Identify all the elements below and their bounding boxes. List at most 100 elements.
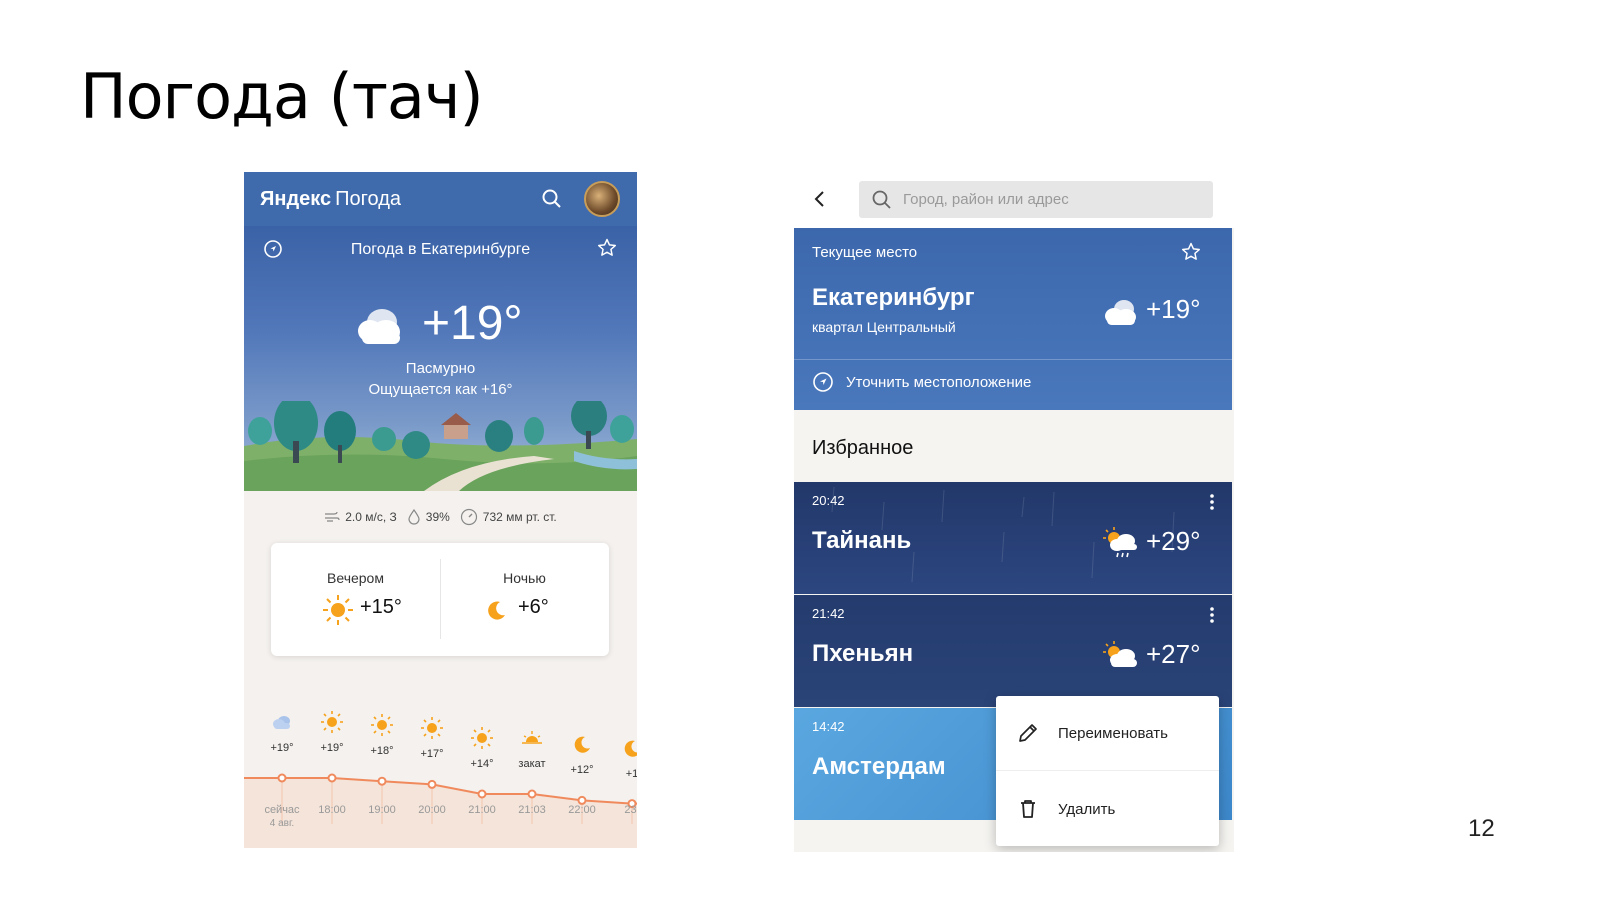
more-icon[interactable]: [1206, 605, 1218, 625]
local-time: 20:42: [812, 493, 845, 508]
pressure-metric: 732 мм рт. ст.: [460, 508, 557, 526]
evening-temp: +15°: [360, 596, 402, 618]
hour-temp-label: +17°: [420, 748, 444, 761]
sun-icon: [323, 595, 353, 625]
current-temperature: +19°: [422, 297, 523, 350]
temperature-point: [477, 789, 487, 799]
rename-label: Переименовать: [1058, 724, 1168, 742]
hour-temp-label: +18°: [370, 745, 394, 758]
refine-location-label: Уточнить местоположение: [846, 373, 1032, 391]
cloud-icon: [358, 309, 400, 344]
location-icon: [813, 372, 833, 392]
weather-screen-main: Яндекс Погода Погода в Екатеринбурге +19…: [244, 172, 637, 848]
menu-divider: [996, 770, 1219, 771]
hour-time-label: 22:00: [568, 804, 596, 816]
temperature-point: [377, 776, 387, 786]
humidity-metric: 39%: [407, 509, 450, 525]
hour-time-label: 20:00: [418, 804, 446, 816]
hour-temp-label: +12°: [570, 764, 594, 777]
logo-product[interactable]: Погода: [335, 188, 401, 211]
humidity-value: 39%: [425, 510, 450, 524]
sunset-icon: [520, 726, 544, 750]
hour-time-label: 18:00: [318, 804, 346, 816]
sun-icon: [320, 710, 344, 734]
trash-icon: [1021, 800, 1035, 818]
favorite-city-card[interactable]: 20:42 Тайнань +29°: [794, 482, 1232, 594]
forecast-card[interactable]: Вечером +15° Ночью +6°: [271, 543, 609, 656]
favorite-city-card[interactable]: 21:42 Пхеньян +27°: [794, 595, 1232, 707]
slide-title: Погода (тач): [80, 60, 484, 133]
landscape-illustration: [244, 401, 637, 491]
hour-time-label: 21:03: [518, 804, 546, 816]
pressure-value: 732 мм рт. ст.: [482, 510, 557, 524]
temperature-point: [527, 789, 537, 799]
favorite-temp: +29°: [1146, 526, 1201, 556]
sun-icon: [370, 713, 394, 737]
favorite-temp: +27°: [1146, 639, 1201, 669]
pressure-icon: [460, 508, 477, 526]
current-temp: +19°: [1146, 294, 1201, 324]
context-menu: Переименовать Удалить: [996, 696, 1219, 846]
hour-time-label: 19:00: [368, 804, 396, 816]
search-icon: [872, 190, 891, 209]
more-icon[interactable]: [1206, 492, 1218, 512]
hour-temp-label: +1: [625, 767, 637, 780]
hour-temp-label: +19°: [270, 742, 294, 754]
favorite-city-name: Амстердам: [812, 753, 946, 780]
logo-brand[interactable]: Яндекс: [260, 188, 331, 211]
pencil-icon: [1019, 724, 1037, 742]
app-header: Яндекс Погода: [244, 172, 637, 226]
drop-icon: [408, 509, 420, 525]
back-arrow-icon[interactable]: [810, 189, 830, 209]
hour-temp-label: закат: [518, 758, 546, 770]
sun-icon: [470, 726, 494, 750]
night-label: Ночью: [503, 570, 546, 586]
current-district: квартал Центральный: [812, 319, 956, 335]
moon-icon: [620, 736, 637, 760]
wind-icon: [325, 511, 340, 522]
weather-hero: Погода в Екатеринбурге +19° Пасмурно Ощу…: [244, 226, 637, 491]
hour-date-label: 4 авг.: [269, 818, 295, 829]
cloud-icon: [270, 710, 294, 734]
delete-menu-item[interactable]: Удалить: [996, 772, 1219, 846]
hour-time-label: 23:: [624, 804, 637, 816]
star-icon[interactable]: [1180, 241, 1202, 263]
moon-icon: [488, 601, 505, 620]
forecast-night: Ночью +6°: [440, 543, 609, 656]
temperature-point: [427, 779, 437, 789]
star-icon[interactable]: [596, 237, 618, 259]
sun-icon: [420, 716, 444, 740]
current-location-label: Текущее место: [812, 244, 918, 261]
divider: [794, 359, 1232, 360]
rain-cloud-sun-icon: [1103, 527, 1137, 558]
favorites-title: Избранное: [812, 437, 914, 459]
hourly-forecast[interactable]: +19° сейчас 4 авг. +19° 18:00 +18° 19:00 +17° 20…: [244, 692, 637, 848]
forecast-evening: Вечером +15°: [271, 543, 440, 656]
temperature-point: [327, 773, 337, 783]
search-icon[interactable]: [540, 187, 564, 211]
local-time: 21:42: [812, 606, 845, 621]
hour-temp-label: +19°: [320, 742, 344, 754]
delete-label: Удалить: [1058, 800, 1116, 818]
cloud-icon: [1105, 300, 1136, 325]
search-bar: [794, 172, 1234, 228]
favorite-city-name: Пхеньян: [812, 640, 914, 667]
rename-menu-item[interactable]: Переименовать: [996, 696, 1219, 770]
moon-icon: [570, 732, 594, 756]
search-box[interactable]: [859, 181, 1213, 218]
refine-location-button[interactable]: Уточнить местоположение: [812, 371, 1031, 393]
hour-time-label: сейчас: [264, 804, 300, 816]
search-input[interactable]: [903, 191, 1203, 208]
avatar[interactable]: [584, 181, 620, 217]
temperature-point: [577, 795, 587, 805]
weather-metrics: 2.0 м/с, З 39% 732 мм рт. ст.: [244, 507, 637, 527]
hour-temp-label: +14°: [470, 758, 494, 770]
current-city: Екатеринбург: [812, 284, 975, 311]
weather-condition: Пасмурно: [405, 360, 476, 377]
city-title: Погода в Екатеринбурге: [350, 241, 531, 258]
cloud-sun-icon: [1103, 641, 1137, 667]
hour-time-label: 21:00: [468, 804, 496, 816]
favorite-city-name: Тайнань: [812, 527, 912, 554]
feels-like: Ощущается как +16°: [368, 381, 513, 398]
current-location-card[interactable]: Текущее место Екатеринбург квартал Центр…: [794, 228, 1232, 410]
